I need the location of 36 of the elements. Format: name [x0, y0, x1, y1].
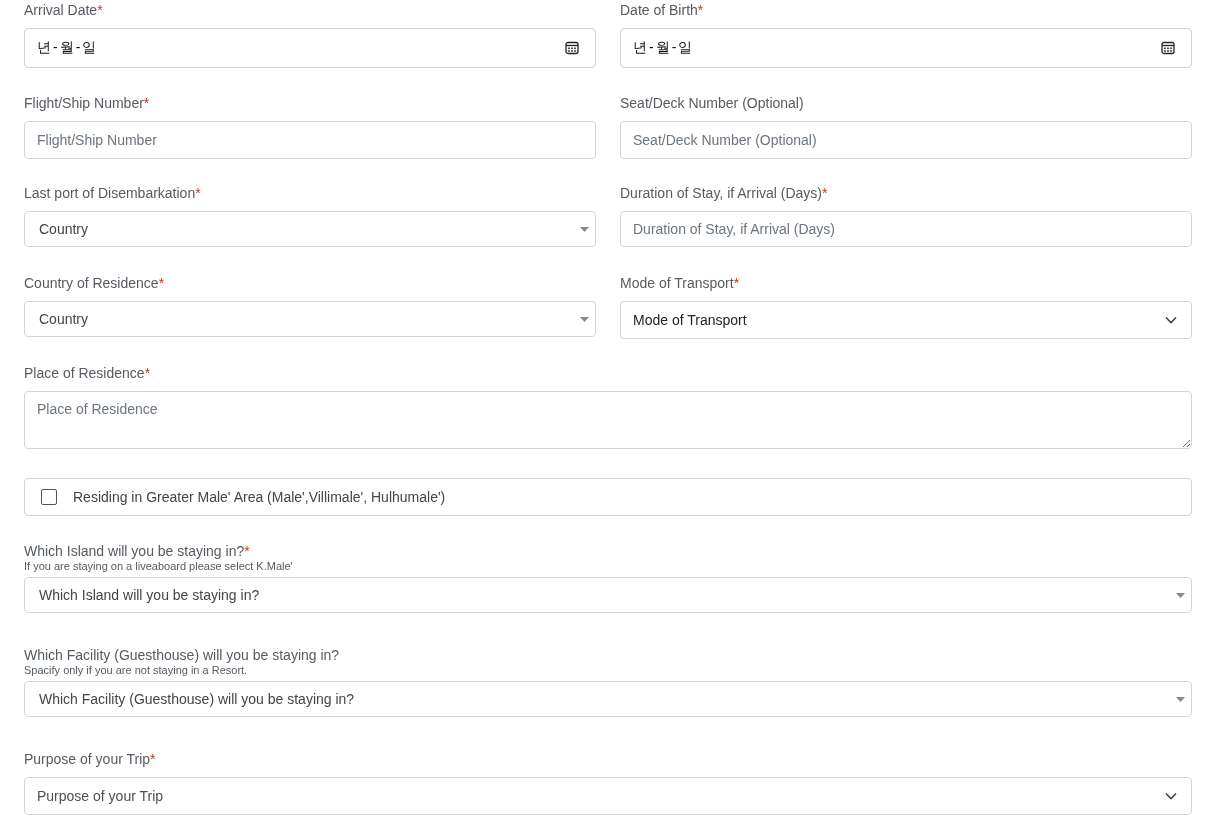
field-label: Which Island will you be staying in?* — [24, 543, 251, 559]
field-label: Flight/Ship Number* — [24, 95, 151, 111]
dropdown[interactable]: Country — [24, 301, 596, 337]
dropdown[interactable]: Which Facility (Guesthouse) will you be staying in? — [24, 681, 1192, 717]
caret-icon — [580, 226, 589, 232]
text-field[interactable]: Flight/Ship Number — [24, 121, 596, 159]
dropdown[interactable]: Country — [24, 211, 596, 247]
chevron-down-icon — [1165, 316, 1177, 324]
field-label: Mode of Transport* — [620, 275, 741, 291]
caret-icon — [1176, 696, 1185, 702]
field-label: Which Facility (Guesthouse) will you be staying in? — [24, 647, 341, 663]
date-field[interactable]: 년-월-일 — [24, 28, 596, 68]
text-area[interactable]: Place of Residence — [24, 391, 1192, 449]
caret-icon — [580, 316, 589, 322]
field-hint: If you are staying on a liveaboard please select K.Male' — [24, 560, 294, 573]
calendar-icon[interactable] — [1161, 41, 1175, 55]
field-label: Arrival Date* — [24, 2, 104, 18]
text-field[interactable]: Seat/Deck Number (Optional) — [620, 121, 1192, 159]
checkbox-label: Residing in Greater Male' Area (Male',Villimale', Hulhumale') — [73, 489, 446, 505]
chevron-down-icon — [1165, 792, 1177, 800]
field-label: Duration of Stay, if Arrival (Days)* — [620, 185, 829, 201]
calendar-icon[interactable] — [565, 41, 579, 55]
field-label: Seat/Deck Number (Optional) — [620, 95, 805, 111]
text-field[interactable]: Duration of Stay, if Arrival (Days) — [620, 211, 1192, 247]
dropdown[interactable]: Which Island will you be staying in? — [24, 577, 1192, 613]
field-label: Last port of Disembarkation* — [24, 185, 202, 201]
select-field[interactable]: Mode of Transport — [620, 301, 1192, 339]
date-field[interactable]: 년-월-일 — [620, 28, 1192, 68]
field-label: Purpose of your Trip* — [24, 751, 157, 767]
select-field[interactable]: Purpose of your Trip — [24, 777, 1192, 815]
field-hint: Spacify only if you are not staying in a Resort. — [24, 664, 249, 677]
caret-icon — [1176, 592, 1185, 598]
checkbox[interactable] — [41, 489, 57, 505]
field-label: Country of Residence* — [24, 275, 166, 291]
field-label: Date of Birth* — [620, 2, 705, 18]
field-label: Place of Residence* — [24, 365, 152, 381]
